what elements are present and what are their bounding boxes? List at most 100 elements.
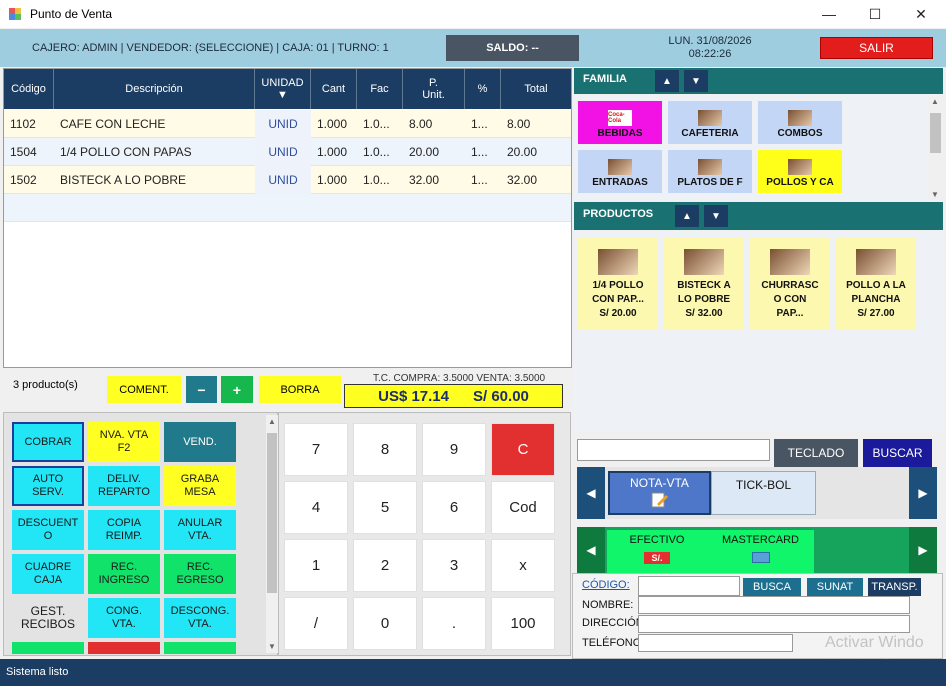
product-card[interactable]: BISTECK A LO POBRE S/ 32.00 bbox=[664, 237, 744, 329]
productos-down-icon[interactable]: ▼ bbox=[704, 205, 728, 227]
grid-footer: 3 producto(s) COMENT. − + BORRA T.C. COM… bbox=[3, 369, 572, 409]
col-unidad[interactable]: UNIDAD ▼ bbox=[255, 69, 311, 109]
func-button-anular-vta[interactable]: ANULAR VTA. bbox=[164, 510, 236, 550]
doc-next-icon[interactable]: ▶ bbox=[909, 467, 937, 519]
familia-entradas[interactable]: ENTRADAS bbox=[578, 150, 662, 193]
doc-prev-icon[interactable]: ◀ bbox=[577, 467, 605, 519]
func-button-rec-egreso[interactable]: REC. EGRESO bbox=[164, 554, 236, 594]
key-slash[interactable]: / bbox=[284, 597, 348, 650]
scroll-down-icon[interactable]: ▼ bbox=[268, 642, 276, 651]
maximize-icon[interactable]: ☐ bbox=[852, 0, 898, 28]
col-descripcion[interactable]: Descripción bbox=[54, 69, 255, 109]
key-9[interactable]: 9 bbox=[422, 423, 486, 476]
func-button-descuent-o[interactable]: DESCUENT O bbox=[12, 510, 84, 550]
func-button-descong-vta[interactable]: DESCONG. VTA. bbox=[164, 598, 236, 638]
nombre-input[interactable] bbox=[638, 596, 910, 614]
scroll-thumb[interactable] bbox=[267, 433, 277, 593]
borrar-button[interactable]: BORRA bbox=[259, 376, 341, 403]
func-button-deliv-reparto[interactable]: DELIV. REPARTO bbox=[88, 466, 160, 506]
busca-button[interactable]: BUSCA bbox=[743, 578, 801, 596]
codigo-link[interactable]: CÓDIGO: bbox=[582, 579, 630, 591]
func-button-cobrar[interactable]: COBRAR bbox=[12, 422, 84, 462]
plus-button[interactable]: + bbox=[221, 376, 253, 403]
key-0[interactable]: 0 bbox=[353, 597, 417, 650]
scroll-up-icon[interactable]: ▲ bbox=[268, 417, 276, 426]
search-input[interactable] bbox=[577, 439, 770, 461]
sale-grid[interactable]: Código Descripción UNIDAD ▼ Cant Fac P. … bbox=[3, 68, 572, 368]
func-button-auto-serv[interactable]: AUTO SERV. bbox=[12, 466, 84, 506]
familia-cafeteria[interactable]: CAFETERIA bbox=[668, 101, 752, 144]
telefono-input[interactable] bbox=[638, 634, 793, 652]
fam-scroll-thumb[interactable] bbox=[930, 113, 941, 153]
teclado-button[interactable]: TECLADO bbox=[774, 439, 858, 467]
func-button-rec-ingreso[interactable]: REC. INGRESO bbox=[88, 554, 160, 594]
key-1[interactable]: 1 bbox=[284, 539, 348, 592]
familia-down-icon[interactable]: ▼ bbox=[684, 70, 708, 92]
minimize-icon[interactable]: — bbox=[806, 0, 852, 28]
key-x[interactable]: x bbox=[491, 539, 555, 592]
familia-up-icon[interactable]: ▲ bbox=[655, 70, 679, 92]
key-100[interactable]: 100 bbox=[491, 597, 555, 650]
salir-button[interactable]: SALIR bbox=[820, 37, 933, 59]
col-total[interactable]: Total bbox=[501, 69, 571, 109]
product-card[interactable]: POLLO A LA PLANCHA S/ 27.00 bbox=[836, 237, 916, 329]
minus-button[interactable]: − bbox=[186, 376, 217, 403]
key-cod[interactable]: Cod bbox=[491, 481, 555, 534]
key-4[interactable]: 4 bbox=[284, 481, 348, 534]
func-button-nva-vta-f2[interactable]: NVA. VTA F2 bbox=[88, 422, 160, 462]
key-dot[interactable]: . bbox=[422, 597, 486, 650]
func-button-cutoff[interactable] bbox=[12, 642, 84, 654]
familia-combos[interactable]: COMBOS bbox=[758, 101, 842, 144]
key-7[interactable]: 7 bbox=[284, 423, 348, 476]
key-8[interactable]: 8 bbox=[353, 423, 417, 476]
col-fac[interactable]: Fac bbox=[357, 69, 403, 109]
efectivo-button[interactable]: EFECTIVO S/. bbox=[607, 530, 707, 573]
nota-vta-label: NOTA-VTA bbox=[630, 475, 689, 490]
familia-bar: FAMILIA ▲ ▼ bbox=[574, 68, 943, 94]
table-row-empty[interactable] bbox=[4, 194, 571, 222]
fam-scroll-up-icon[interactable]: ▲ bbox=[931, 97, 939, 106]
familia-bebidas[interactable]: Coca-Cola BEBIDAS bbox=[578, 101, 662, 144]
key-5[interactable]: 5 bbox=[353, 481, 417, 534]
func-button-cutoff[interactable] bbox=[88, 642, 160, 654]
product-card[interactable]: 1/4 POLLO CON PAP... S/ 20.00 bbox=[578, 237, 658, 329]
key-2[interactable]: 2 bbox=[353, 539, 417, 592]
familia-platos-de-f[interactable]: PLATOS DE F bbox=[668, 150, 752, 193]
nota-vta-button[interactable]: NOTA-VTA bbox=[608, 471, 711, 515]
transp-button[interactable]: TRANSP. bbox=[868, 578, 921, 596]
col-codigo[interactable]: Código bbox=[4, 69, 54, 109]
col-cant[interactable]: Cant bbox=[311, 69, 357, 109]
pay-prev-icon[interactable]: ◀ bbox=[577, 527, 605, 573]
table-row[interactable]: 1504 1/4 POLLO CON PAPAS UNID 1.000 1.0... 20… bbox=[4, 138, 571, 166]
col-punit[interactable]: P. Unit. bbox=[403, 69, 465, 109]
func-button-vend[interactable]: VEND. bbox=[164, 422, 236, 462]
tick-bol-button[interactable]: TICK-BOL bbox=[711, 471, 816, 515]
cell-cant: 1.000 bbox=[317, 117, 348, 131]
func-button-copia-reimp[interactable]: COPIA REIMP. bbox=[88, 510, 160, 550]
familia-pollos-y-ca[interactable]: POLLOS Y CA bbox=[758, 150, 842, 193]
fam-scroll-down-icon[interactable]: ▼ bbox=[931, 190, 939, 199]
func-button-cuadre-caja[interactable]: CUADRE CAJA bbox=[12, 554, 84, 594]
func-button-gest-recibos[interactable]: GEST. RECIBOS bbox=[12, 598, 84, 638]
close-icon[interactable]: ✕ bbox=[898, 0, 944, 28]
function-scrollbar[interactable]: ▲ ▼ bbox=[266, 415, 278, 653]
func-button-cong-vta[interactable]: CONG. VTA. bbox=[88, 598, 160, 638]
pay-next-icon[interactable]: ▶ bbox=[909, 527, 937, 573]
productos-up-icon[interactable]: ▲ bbox=[675, 205, 699, 227]
familia-scrollbar[interactable]: ▲ ▼ bbox=[928, 95, 943, 201]
comentar-button[interactable]: COMENT. bbox=[107, 376, 181, 403]
key-3[interactable]: 3 bbox=[422, 539, 486, 592]
direccion-input[interactable] bbox=[638, 615, 910, 633]
col-pct[interactable]: % bbox=[465, 69, 501, 109]
func-button-cutoff[interactable] bbox=[164, 642, 236, 654]
key-c[interactable]: C bbox=[491, 423, 555, 476]
mastercard-button[interactable]: MASTERCARD bbox=[707, 530, 814, 573]
key-6[interactable]: 6 bbox=[422, 481, 486, 534]
sunat-button[interactable]: SUNAT bbox=[807, 578, 863, 596]
product-card[interactable]: CHURRASC O CON PAP... bbox=[750, 237, 830, 329]
table-row[interactable]: 1102 CAFE CON LECHE UNID 1.000 1.0... 8.00 1..… bbox=[4, 110, 571, 138]
codigo-input[interactable] bbox=[638, 576, 740, 596]
func-button-graba-mesa[interactable]: GRABA MESA bbox=[164, 466, 236, 506]
buscar-button[interactable]: BUSCAR bbox=[863, 439, 932, 467]
table-row[interactable]: 1502 BISTECK A LO POBRE UNID 1.000 1.0... 32.… bbox=[4, 166, 571, 194]
